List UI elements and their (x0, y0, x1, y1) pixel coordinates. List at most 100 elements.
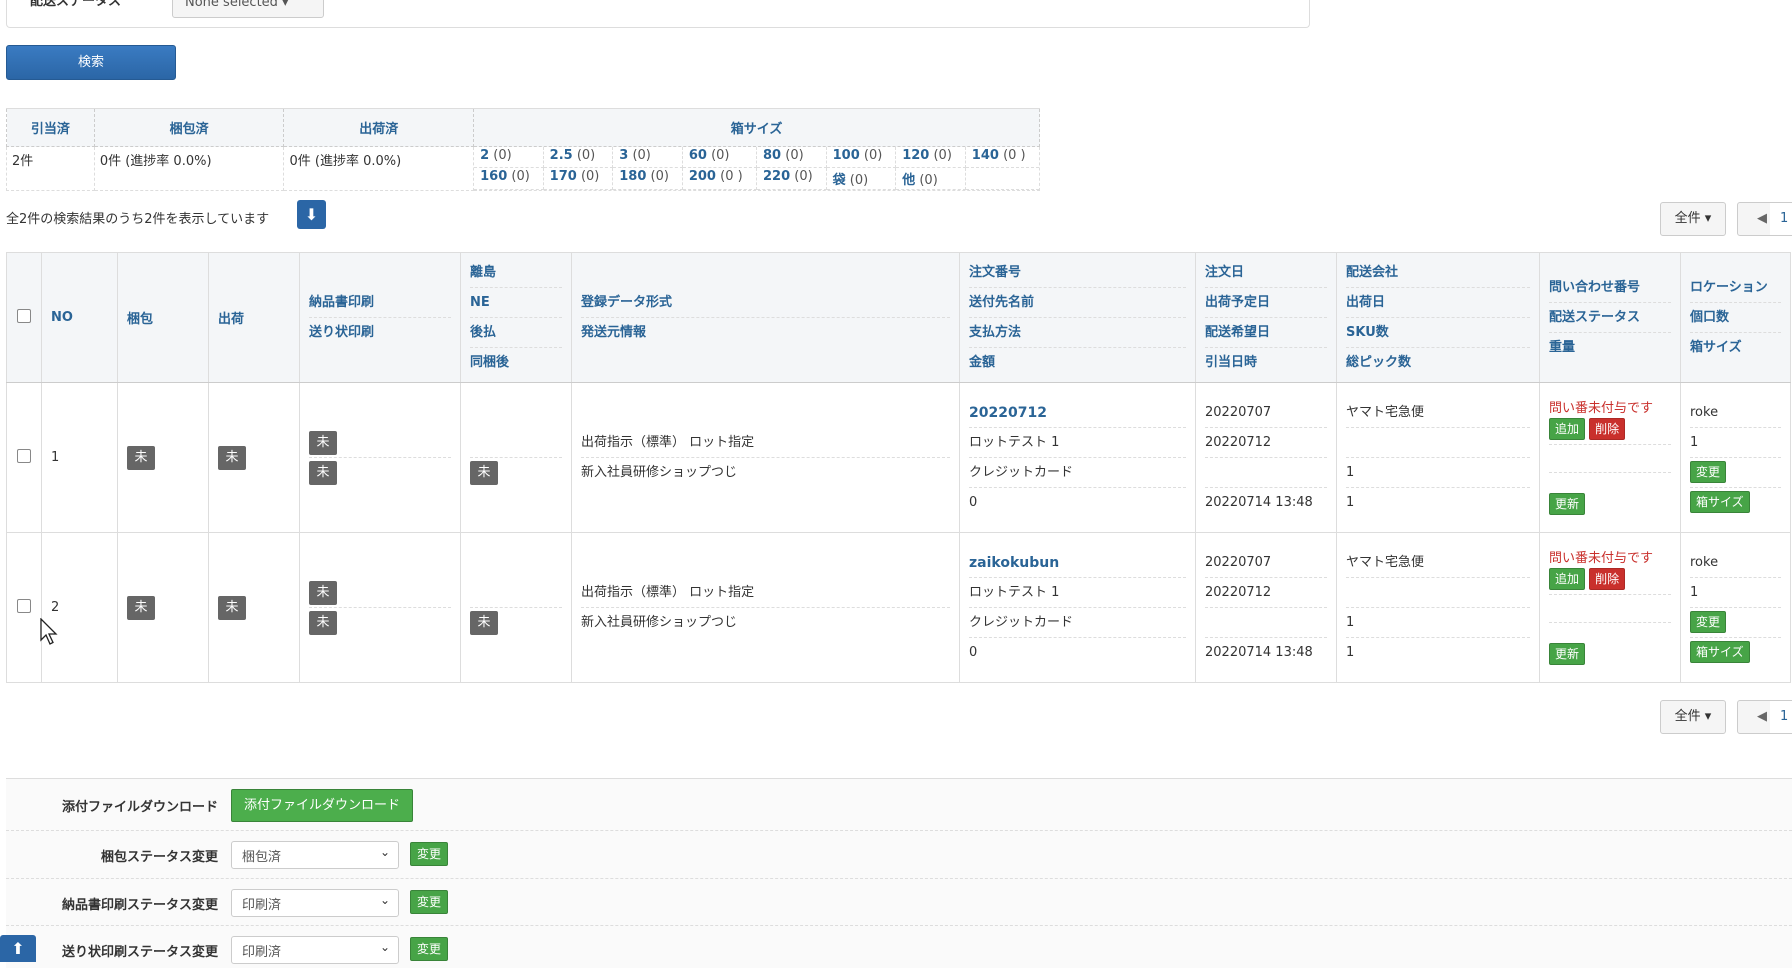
box-size-button[interactable]: 箱サイズ (1690, 490, 1750, 513)
remote-island-badge[interactable]: 未 (470, 610, 498, 635)
box-size-cell[interactable]: 140 (0 ) (965, 147, 1039, 168)
row-order-date: 20220707 (1205, 548, 1327, 578)
header-invoice-print[interactable]: 納品書印刷 (309, 288, 451, 318)
box-size-cell[interactable]: 220 (0) (756, 167, 827, 190)
search-button[interactable]: 検索 (6, 45, 176, 80)
box-size-cell (965, 167, 1039, 190)
header-amount[interactable]: 金額 (969, 348, 1186, 378)
row-data-format: 出荷指示（標準） ロット指定 (581, 428, 950, 458)
header-location-name[interactable]: ロケーション (1690, 273, 1781, 303)
arrow-down-icon: ⬇ (304, 205, 319, 224)
box-size-cell[interactable]: 100 (0) (826, 147, 897, 168)
box-size-cell[interactable]: 180 (0) (612, 167, 683, 190)
chevron-down-icon: ⌄ (379, 845, 390, 859)
box-size-cell[interactable]: 200 (0 ) (682, 167, 758, 190)
invoice-status-select[interactable]: 印刷済 ⌄ (231, 889, 399, 917)
header-order-number[interactable]: 注文番号 (969, 258, 1186, 288)
invoice-status-change-button[interactable]: 変更 (410, 890, 449, 914)
page-number-bottom[interactable]: 1 (1770, 700, 1792, 734)
header-data-format[interactable]: 登録データ形式 (581, 288, 950, 318)
summary-header-box-size: 箱サイズ (473, 108, 1040, 147)
box-size-cell[interactable]: 60 (0) (682, 147, 758, 168)
order-number-link[interactable]: 20220712 (969, 405, 1047, 421)
invoice-print-badge[interactable]: 未 (309, 580, 337, 605)
header-ne[interactable]: NE (470, 288, 562, 318)
header-island: 離島 NE 後払 同梱後 (460, 252, 572, 383)
row-location: roke (1690, 548, 1781, 578)
box-size-cell[interactable]: 袋 (0) (826, 167, 897, 190)
change-parcels-button[interactable]: 変更 (1690, 460, 1727, 483)
label-status-select[interactable]: 印刷済 ⌄ (231, 936, 399, 964)
change-parcels-button[interactable]: 変更 (1690, 610, 1727, 633)
mouse-cursor-icon (40, 618, 58, 645)
box-size-button[interactable]: 箱サイズ (1690, 640, 1750, 663)
header-weight[interactable]: 重量 (1549, 333, 1671, 363)
header-recipient[interactable]: 送付先名前 (969, 288, 1186, 318)
row-location: roke (1690, 398, 1781, 428)
row-ship-date (1346, 578, 1530, 608)
label-print-badge[interactable]: 未 (309, 610, 337, 635)
order-number-link[interactable]: zaikokubun (969, 555, 1059, 571)
header-allocation-time[interactable]: 引当日時 (1205, 348, 1327, 378)
box-size-cell[interactable]: 2 (0) (474, 147, 544, 168)
page-size-select[interactable]: 全件 ▾ (1660, 202, 1726, 236)
box-size-cell[interactable]: 160 (0) (474, 167, 544, 190)
add-inquiry-button[interactable]: 追加 (1549, 568, 1586, 590)
remote-island-badge[interactable]: 未 (470, 460, 498, 485)
header-carrier[interactable]: 配送会社 (1346, 258, 1530, 288)
header-remote-island[interactable]: 離島 (470, 258, 562, 288)
header-sku-count[interactable]: SKU数 (1346, 318, 1530, 348)
delete-inquiry-button[interactable]: 削除 (1589, 418, 1626, 440)
header-delivery-status[interactable]: 配送ステータス (1549, 303, 1671, 333)
header-inquiry-number[interactable]: 問い合わせ番号 (1549, 273, 1671, 303)
header-ship-date[interactable]: 出荷日 (1346, 288, 1530, 318)
header-parcel-count[interactable]: 個口数 (1690, 303, 1781, 333)
pack-status-select[interactable]: 梱包済 ⌄ (231, 841, 399, 869)
delivery-status-select[interactable]: None selected ▾ (172, 0, 324, 18)
header-dates: 注文日 出荷予定日 配送希望日 引当日時 (1195, 252, 1337, 383)
pack-status-badge[interactable]: 未 (127, 595, 155, 620)
header-pick-count[interactable]: 総ピック数 (1346, 348, 1530, 378)
label-status-change-button[interactable]: 変更 (410, 937, 449, 961)
attachment-download-button[interactable]: 添付ファイルダウンロード (231, 789, 414, 822)
select-all-checkbox[interactable] (17, 308, 31, 323)
ship-status-badge[interactable]: 未 (218, 595, 246, 620)
delete-inquiry-button[interactable]: 削除 (1589, 568, 1626, 590)
row-allocation-time: 20220714 13:48 (1205, 494, 1313, 510)
invoice-print-badge[interactable]: 未 (309, 430, 337, 455)
add-inquiry-button[interactable]: 追加 (1549, 418, 1586, 440)
page-number[interactable]: 1 (1770, 202, 1792, 236)
pack-status-badge[interactable]: 未 (127, 445, 155, 470)
header-ship-plan-date[interactable]: 出荷予定日 (1205, 288, 1327, 318)
header-no[interactable]: NO (41, 252, 118, 383)
update-button[interactable]: 更新 (1549, 493, 1586, 515)
pack-status-change-button[interactable]: 変更 (410, 842, 449, 866)
label-print-badge[interactable]: 未 (309, 460, 337, 485)
header-origin-info[interactable]: 発送元情報 (581, 318, 950, 348)
row-sku-count: 1 (1346, 608, 1530, 638)
page-size-select-bottom[interactable]: 全件 ▾ (1660, 700, 1726, 734)
row-checkbox[interactable] (17, 598, 31, 613)
row-checkbox[interactable] (17, 448, 31, 463)
box-size-cell[interactable]: 120 (0) (895, 147, 966, 168)
header-bundled[interactable]: 同梱後 (470, 348, 562, 378)
header-box-size[interactable]: 箱サイズ (1690, 333, 1781, 363)
header-ship[interactable]: 出荷 (208, 252, 300, 383)
update-button[interactable]: 更新 (1549, 643, 1586, 665)
row-origin-info: 新入社員研修ショップつじ (581, 614, 738, 630)
header-payment[interactable]: 支払方法 (969, 318, 1186, 348)
box-size-cell[interactable]: 2.5 (0) (543, 147, 614, 168)
box-size-cell[interactable]: 80 (0) (756, 147, 827, 168)
box-size-cell[interactable]: 170 (0) (543, 167, 614, 190)
scroll-top-button[interactable]: ⬆ (0, 935, 36, 962)
header-order-date[interactable]: 注文日 (1205, 258, 1327, 288)
header-pack[interactable]: 梱包 (117, 252, 209, 383)
header-delivery-wish-date[interactable]: 配送希望日 (1205, 318, 1327, 348)
ship-status-badge[interactable]: 未 (218, 445, 246, 470)
csv-download-button[interactable]: ⬇ (297, 200, 326, 229)
header-label-print[interactable]: 送り状印刷 (309, 318, 451, 348)
header-deferred-payment[interactable]: 後払 (470, 318, 562, 348)
box-size-cell[interactable]: 他 (0) (895, 167, 966, 190)
box-size-cell[interactable]: 3 (0) (612, 147, 683, 168)
select-all-cell (6, 252, 42, 383)
